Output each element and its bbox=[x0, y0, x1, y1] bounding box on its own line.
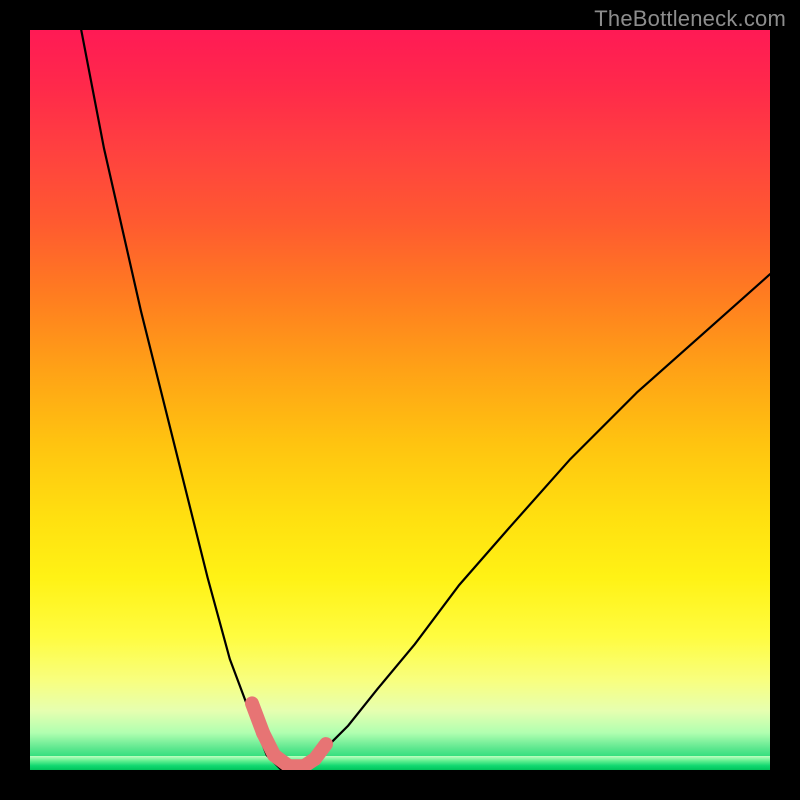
optimal-range-marker bbox=[252, 703, 326, 766]
watermark-text: TheBottleneck.com bbox=[594, 6, 786, 32]
bottleneck-curve bbox=[30, 30, 770, 770]
chart-frame: TheBottleneck.com bbox=[0, 0, 800, 800]
optimal-marker-segment bbox=[315, 744, 326, 759]
plot-area bbox=[30, 30, 770, 770]
curves-layer bbox=[30, 30, 770, 770]
